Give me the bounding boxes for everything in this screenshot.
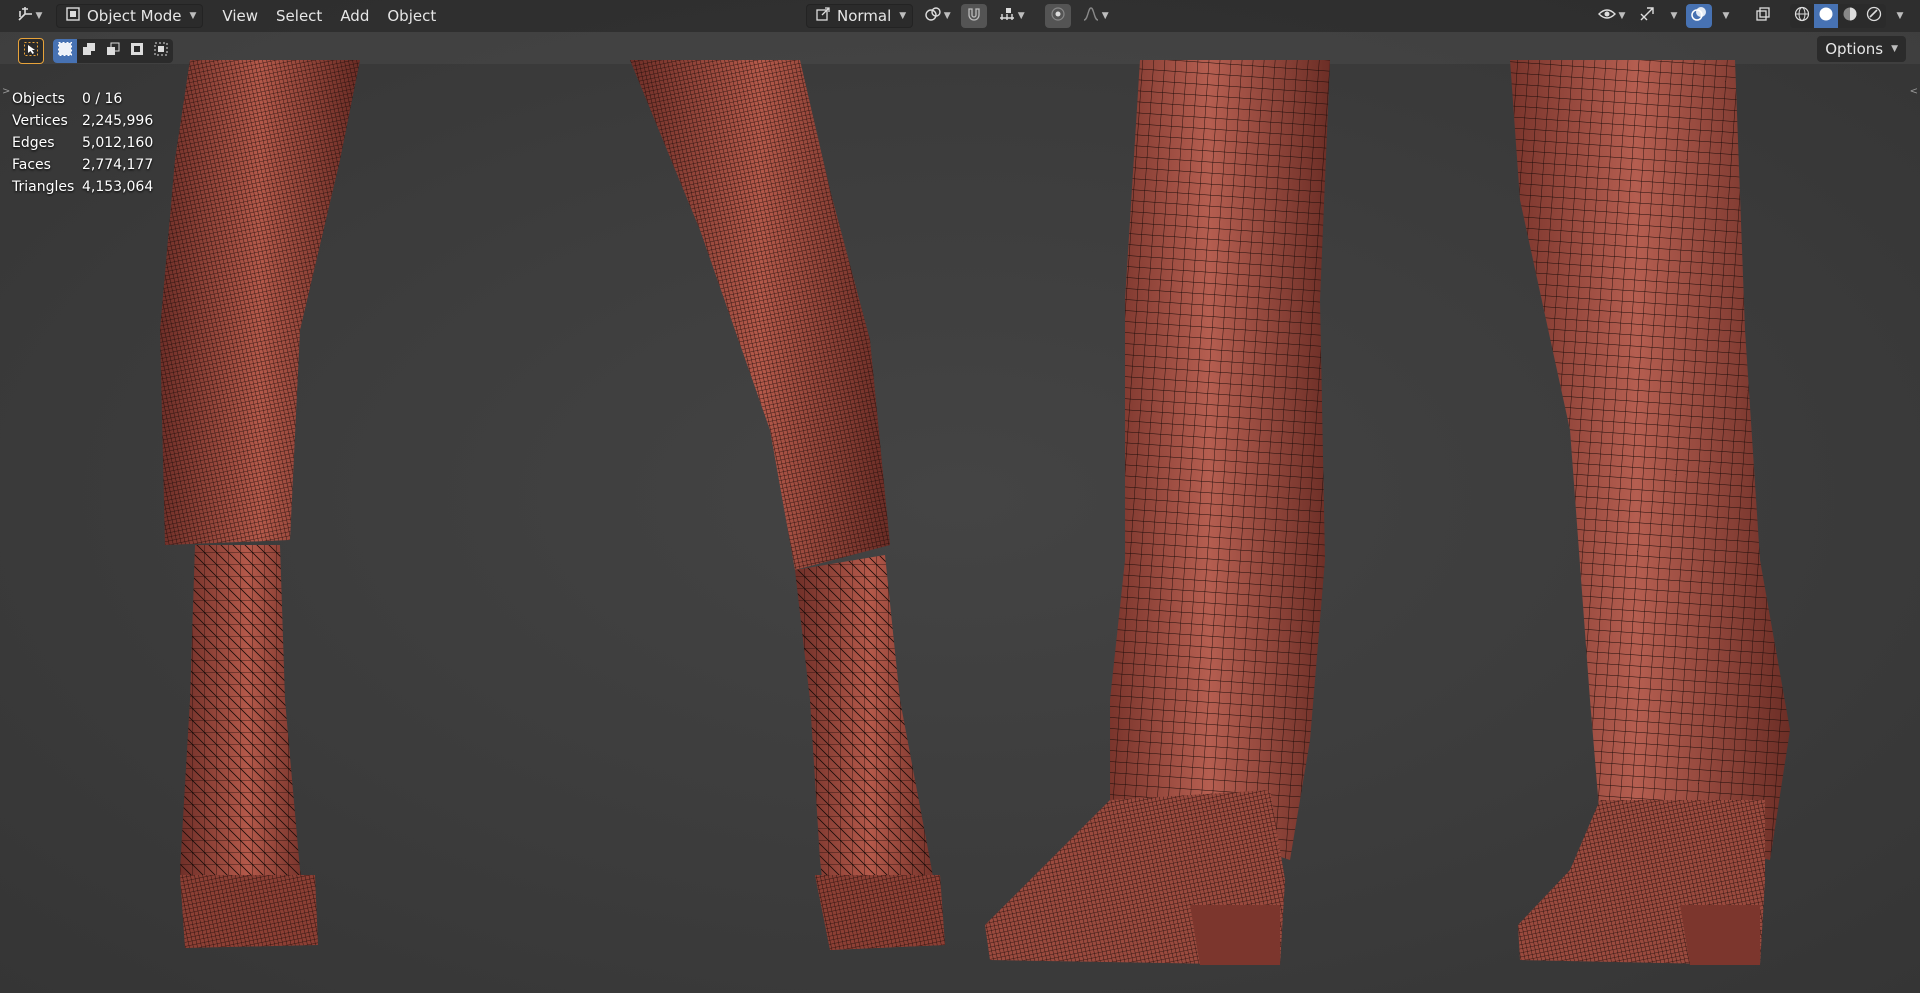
3d-viewport[interactable] <box>0 0 1920 993</box>
snap-increment-icon <box>998 6 1016 26</box>
select-new-button[interactable] <box>53 39 77 63</box>
stat-row-triangles: Triangles 4,153,064 <box>12 176 153 198</box>
chevron-down-icon: ▼ <box>943 11 951 21</box>
chevron-down-icon: ▼ <box>1101 11 1109 21</box>
chevron-down-icon: ▼ <box>1618 11 1626 21</box>
mode-dropdown[interactable]: Object Mode ▼ <box>56 4 204 28</box>
material-shading-button[interactable] <box>1838 4 1862 28</box>
material-shading-icon <box>1842 6 1858 26</box>
select-subtract-icon <box>105 41 121 61</box>
gizmo-toggle[interactable] <box>1634 4 1660 28</box>
solid-shading-button[interactable] <box>1814 4 1838 28</box>
selection-mode-group <box>53 39 173 63</box>
overlay-icon <box>1690 5 1708 27</box>
select-subtract-button[interactable] <box>101 39 125 63</box>
stat-value: 4,153,064 <box>82 179 154 195</box>
stat-row-vertices: Vertices 2,245,996 <box>12 110 153 132</box>
stat-label: Edges <box>12 135 55 151</box>
stat-label: Objects <box>12 91 65 107</box>
xray-icon <box>1755 6 1771 26</box>
shading-dropdown[interactable]: ▼ <box>1890 4 1908 28</box>
stat-label: Triangles <box>12 179 75 195</box>
gizmo-icon <box>1638 5 1656 27</box>
stat-label: Faces <box>12 157 51 173</box>
solid-shading-icon <box>1818 6 1834 26</box>
rendered-shading-icon <box>1866 6 1882 26</box>
statistics-overlay: Objects 0 / 16 Vertices 2,245,996 Edges … <box>12 88 153 198</box>
chevron-down-icon: ▼ <box>1017 11 1025 21</box>
proportional-editing-toggle[interactable] <box>1045 4 1072 28</box>
orientation-label: Normal <box>837 7 892 25</box>
stat-value: 5,012,160 <box>82 135 154 151</box>
select-intersect-icon <box>153 41 169 61</box>
snap-target-button[interactable]: ▼ <box>993 4 1029 28</box>
gizmo-dropdown[interactable]: ▼ <box>1664 4 1682 28</box>
menu-object[interactable]: Object <box>378 4 445 28</box>
mode-label: Object Mode <box>87 7 182 25</box>
wireframe-shading-button[interactable] <box>1790 4 1814 28</box>
falloff-curve-icon <box>1082 6 1100 26</box>
rendered-shading-button[interactable] <box>1862 4 1886 28</box>
transform-orientation-dropdown[interactable]: Normal ▼ <box>806 4 914 28</box>
select-invert-icon <box>129 41 145 61</box>
object-mode-icon <box>65 6 81 26</box>
right-figure-leg-2 <box>1510 60 1790 965</box>
stat-value: 0 / 16 <box>82 91 123 107</box>
orientation-icon <box>815 6 831 26</box>
stat-row-faces: Faces 2,774,177 <box>12 154 153 176</box>
shading-mode-group <box>1790 4 1886 28</box>
menu-view[interactable]: View <box>213 4 267 28</box>
stat-value: 2,245,996 <box>82 113 154 129</box>
mesh-scene <box>0 32 1920 965</box>
visibility-icon <box>1597 6 1617 26</box>
wireframe-shading-icon <box>1794 6 1810 26</box>
snap-toggle[interactable] <box>961 4 988 28</box>
stat-label: Vertices <box>12 113 68 129</box>
sidebar-expand-icon[interactable]: < <box>1910 86 1918 97</box>
tool-settings-header: Options ▼ <box>0 36 1920 64</box>
right-figure-leg-1 <box>985 60 1330 965</box>
select-new-icon <box>57 41 73 61</box>
left-figure-leg-2 <box>630 60 945 950</box>
editor-type-button[interactable]: ▼ <box>10 4 48 28</box>
chevron-down-icon: ▼ <box>1896 11 1904 21</box>
stat-row-edges: Edges 5,012,160 <box>12 132 153 154</box>
proportional-falloff-button[interactable]: ▼ <box>1077 4 1113 28</box>
viewport-header: ▼ Object Mode ▼ View Select Add Object N… <box>0 0 1920 32</box>
toolbar-expand-icon[interactable]: > <box>2 86 10 97</box>
stat-value: 2,774,177 <box>82 157 154 173</box>
pivot-icon <box>924 5 942 27</box>
chevron-down-icon: ▼ <box>1722 11 1730 21</box>
magnet-icon <box>966 6 982 26</box>
select-intersect-button[interactable] <box>149 39 173 63</box>
select-invert-button[interactable] <box>125 39 149 63</box>
options-dropdown[interactable]: Options ▼ <box>1817 36 1906 62</box>
chevron-down-icon: ▼ <box>1670 11 1678 21</box>
select-extend-icon <box>81 41 97 61</box>
proportional-icon <box>1050 6 1066 26</box>
chevron-down-icon: ▼ <box>189 11 197 21</box>
stat-row-objects: Objects 0 / 16 <box>12 88 153 110</box>
select-extend-button[interactable] <box>77 39 101 63</box>
chevron-down-icon: ▼ <box>899 11 907 21</box>
visibility-button[interactable]: ▼ <box>1592 4 1630 28</box>
left-figure-leg-1 <box>160 60 360 948</box>
chevron-down-icon: ▼ <box>1891 44 1898 54</box>
menu-add[interactable]: Add <box>331 4 378 28</box>
options-label: Options <box>1825 40 1884 58</box>
xray-toggle[interactable] <box>1750 4 1776 28</box>
axes-icon <box>16 5 34 27</box>
menu-select[interactable]: Select <box>267 4 331 28</box>
pivot-point-button[interactable]: ▼ <box>919 4 955 28</box>
overlay-dropdown[interactable]: ▼ <box>1716 4 1734 28</box>
active-tool-button[interactable] <box>18 38 44 64</box>
chevron-down-icon: ▼ <box>35 11 43 21</box>
cursor-select-icon <box>23 41 39 61</box>
overlay-toggle[interactable] <box>1686 4 1712 28</box>
